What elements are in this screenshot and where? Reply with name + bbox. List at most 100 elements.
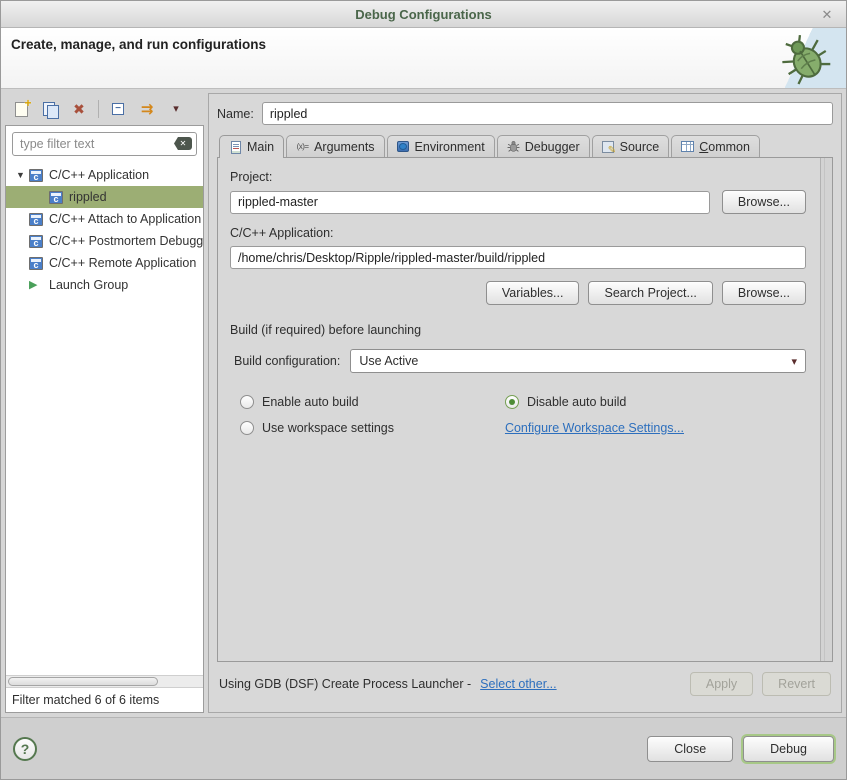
tree-item-launch-group[interactable]: ▶ Launch Group <box>6 274 203 296</box>
application-buttons-row: Variables... Search Project... Browse... <box>230 281 806 305</box>
select-other-link[interactable]: Select other... <box>480 677 556 691</box>
filter-match-status: Filter matched 6 of 6 items <box>6 688 203 712</box>
c-application-icon <box>29 213 43 226</box>
radio-label: Enable auto build <box>262 395 359 409</box>
configurations-tree: ▼ C/C++ Application rippled C/C++ Attach… <box>6 162 203 673</box>
configure-workspace-settings: Configure Workspace Settings... <box>505 421 770 435</box>
tab-label: Debugger <box>525 140 580 154</box>
launcher-text: Using GDB (DSF) Create Process Launcher … <box>219 677 471 691</box>
name-input[interactable] <box>262 102 833 125</box>
application-browse-button[interactable]: Browse... <box>722 281 806 305</box>
dialog-header: Create, manage, and run configurations <box>1 28 846 89</box>
tab-label: Arguments <box>314 140 374 154</box>
build-configuration-row: Build configuration: Use Active ▾ <box>230 349 806 373</box>
use-workspace-settings-option[interactable]: Use workspace settings <box>240 421 505 435</box>
tree-item-cpp-application[interactable]: ▼ C/C++ Application <box>6 164 203 186</box>
source-icon <box>602 140 615 153</box>
configurations-tree-panel: ✕ ▼ C/C++ Application rippled <box>5 125 204 713</box>
filter-icon: ⇉ <box>141 102 154 117</box>
c-application-icon <box>49 191 63 204</box>
radio-label: Disable auto build <box>527 395 626 409</box>
delete-icon: ✖ <box>73 102 85 116</box>
collapse-all-icon: − <box>112 103 124 115</box>
revert-button[interactable]: Revert <box>762 672 831 696</box>
build-section-label: Build (if required) before launching <box>230 323 806 337</box>
sidebar: ✖ − ⇉ ▾ ✕ ▼ C/C++ Application <box>5 93 204 713</box>
project-browse-button[interactable]: Browse... <box>722 190 806 214</box>
filter-input[interactable] <box>12 132 197 156</box>
radio-unselected-icon[interactable] <box>240 421 254 435</box>
build-configuration-value: Use Active <box>359 354 418 368</box>
view-menu-button[interactable]: ▾ <box>166 99 186 119</box>
variables-button[interactable]: Variables... <box>486 281 580 305</box>
new-document-icon <box>15 102 28 117</box>
delete-configuration-button[interactable]: ✖ <box>69 99 89 119</box>
dialog-footer: ? Close Debug <box>1 717 846 779</box>
project-label: Project: <box>230 170 806 184</box>
enable-auto-build-option[interactable]: Enable auto build <box>240 395 505 409</box>
header-title: Create, manage, and run configurations <box>11 37 266 52</box>
help-icon[interactable]: ? <box>13 737 37 761</box>
vertical-scrollbar[interactable] <box>820 158 832 661</box>
window-close-icon[interactable]: ✕ <box>818 6 836 24</box>
toolbar-separator <box>98 100 99 118</box>
arguments-icon: (x)= <box>296 140 309 153</box>
tab-label: Main <box>247 140 274 154</box>
tab-environment[interactable]: Environment <box>387 135 495 157</box>
radio-selected-icon[interactable] <box>505 395 519 409</box>
window-title: Debug Configurations <box>355 7 492 22</box>
name-label: Name: <box>217 107 254 121</box>
scrollbar-thumb[interactable] <box>8 677 158 686</box>
launcher-status-row: Using GDB (DSF) Create Process Launcher … <box>217 662 833 706</box>
tree-item-cpp-attach[interactable]: C/C++ Attach to Application <box>6 208 203 230</box>
document-icon <box>229 141 242 154</box>
close-button[interactable]: Close <box>647 736 733 762</box>
collapse-all-button[interactable]: − <box>108 99 128 119</box>
tree-item-label: C/C++ Application <box>49 168 149 182</box>
horizontal-scrollbar[interactable] <box>6 675 203 688</box>
search-project-button[interactable]: Search Project... <box>588 281 712 305</box>
tree-item-label: Launch Group <box>49 278 128 292</box>
new-configuration-button[interactable] <box>11 99 31 119</box>
disable-auto-build-option[interactable]: Disable auto build <box>505 395 770 409</box>
tree-item-rippled[interactable]: rippled <box>6 186 203 208</box>
tree-item-cpp-postmortem[interactable]: C/C++ Postmortem Debugger <box>6 230 203 252</box>
tree-item-label: C/C++ Attach to Application <box>49 212 201 226</box>
debug-configurations-dialog: Debug Configurations ✕ Create, manage, a… <box>0 0 847 780</box>
copy-icon <box>43 102 58 117</box>
application-label: C/C++ Application: <box>230 226 806 240</box>
debugger-bug-icon <box>507 140 520 153</box>
tree-item-label: C/C++ Remote Application <box>49 256 196 270</box>
apply-button[interactable]: Apply <box>690 672 753 696</box>
tree-item-cpp-remote[interactable]: C/C++ Remote Application <box>6 252 203 274</box>
tab-arguments[interactable]: (x)= Arguments <box>286 135 384 157</box>
tab-label: Environment <box>415 140 485 154</box>
filter-field-wrap: ✕ <box>12 132 197 156</box>
configuration-detail-panel: Name: Main (x)= Arguments Environment <box>208 93 842 713</box>
tab-bar: Main (x)= Arguments Environment <box>217 134 833 157</box>
main-area: ✖ − ⇉ ▾ ✕ ▼ C/C++ Application <box>1 89 846 717</box>
tab-label: Common <box>699 140 750 154</box>
radio-unselected-icon[interactable] <box>240 395 254 409</box>
debug-button[interactable]: Debug <box>743 736 834 762</box>
project-row: Browse... <box>230 190 806 214</box>
tab-label: Source <box>620 140 660 154</box>
title-bar: Debug Configurations ✕ <box>1 1 846 28</box>
chevron-down-icon: ▾ <box>791 355 797 368</box>
configure-workspace-settings-link[interactable]: Configure Workspace Settings... <box>505 421 684 435</box>
build-configuration-label: Build configuration: <box>234 354 340 368</box>
tab-debugger[interactable]: Debugger <box>497 135 590 157</box>
expander-icon[interactable]: ▼ <box>12 170 29 180</box>
c-application-icon <box>29 257 43 270</box>
application-path-input[interactable] <box>230 246 806 269</box>
filter-launch-configurations-button[interactable]: ⇉ <box>137 99 157 119</box>
tab-main[interactable]: Main <box>219 135 284 158</box>
tab-common[interactable]: Common <box>671 135 760 157</box>
launch-group-icon: ▶ <box>29 279 43 292</box>
duplicate-configuration-button[interactable] <box>40 99 60 119</box>
project-input[interactable] <box>230 191 710 214</box>
build-configuration-select[interactable]: Use Active ▾ <box>350 349 806 373</box>
auto-build-options: Enable auto build Disable auto build Use… <box>240 395 770 435</box>
tree-item-label: C/C++ Postmortem Debugger <box>49 234 203 248</box>
tab-source[interactable]: Source <box>592 135 670 157</box>
